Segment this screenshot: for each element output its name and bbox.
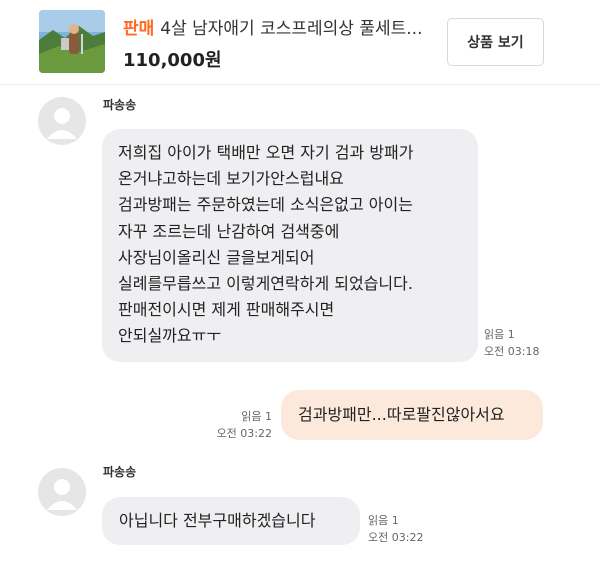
message-meta: 읽음 1 오전 03:18 [484, 326, 539, 360]
default-avatar-icon [38, 97, 86, 145]
message-time: 오전 03:22 [216, 427, 272, 440]
incoming-message-bubble[interactable]: 아닙니다 전부구매하겠습니다 [102, 497, 360, 545]
sender-avatar[interactable] [38, 97, 86, 145]
product-photo-icon [39, 10, 105, 73]
message-line: 안되실까요ㅠㅜ [118, 326, 222, 346]
product-bar[interactable]: 판매 4살 남자애기 코스프레의상 풀세트... 110,000원 상품 보기 [0, 0, 600, 85]
message-line: 실례를무릅쓰고 이렇게연락하게 되었습니다. [118, 274, 413, 294]
sender-name: 파송송 [103, 98, 137, 112]
message-line: 검과방패는 주문하였는데 소식은없고 아이는 [118, 195, 413, 215]
message-line: 자꾸 조르는데 난감하여 검색중에 [118, 221, 340, 241]
message-meta: 읽음 1 오전 03:22 [368, 512, 423, 546]
outgoing-message-bubble[interactable]: 검과방패만...따로팔진않아서요 [281, 390, 543, 440]
product-title[interactable]: 판매 4살 남자애기 코스프레의상 풀세트... [123, 14, 422, 39]
message-text: 검과방패만...따로팔진않아서요 [298, 404, 505, 424]
product-thumbnail[interactable] [39, 10, 105, 73]
message-text: 아닙니다 전부구매하겠습니다 [119, 510, 316, 530]
message-line: 판매전이시면 제게 판매해주시면 [118, 300, 335, 320]
sale-tag: 판매 [123, 19, 155, 39]
incoming-message-bubble[interactable]: 저희집 아이가 택배만 오면 자기 검과 방패가 온거냐고하는데 보기가안스럽내… [102, 129, 478, 362]
message-meta: 읽음 1 오전 03:22 [200, 408, 272, 442]
product-name: 4살 남자애기 코스프레의상 풀세트... [160, 19, 423, 39]
view-product-button[interactable]: 상품 보기 [447, 18, 544, 66]
message-line: 사장님이올리신 글을보게되어 [118, 247, 315, 267]
message-time: 오전 03:18 [484, 345, 540, 358]
read-receipt: 읽음 1 [368, 514, 399, 527]
read-receipt: 읽음 1 [484, 328, 515, 341]
default-avatar-icon [38, 468, 86, 516]
message-line: 온거냐고하는데 보기가안스럽내요 [118, 169, 344, 189]
sender-name: 파송송 [103, 465, 137, 479]
sender-avatar[interactable] [38, 468, 86, 516]
read-receipt: 읽음 1 [241, 410, 272, 423]
product-price: 110,000원 [123, 50, 222, 71]
message-line: 저희집 아이가 택배만 오면 자기 검과 방패가 [118, 143, 414, 162]
message-time: 오전 03:22 [368, 531, 424, 544]
